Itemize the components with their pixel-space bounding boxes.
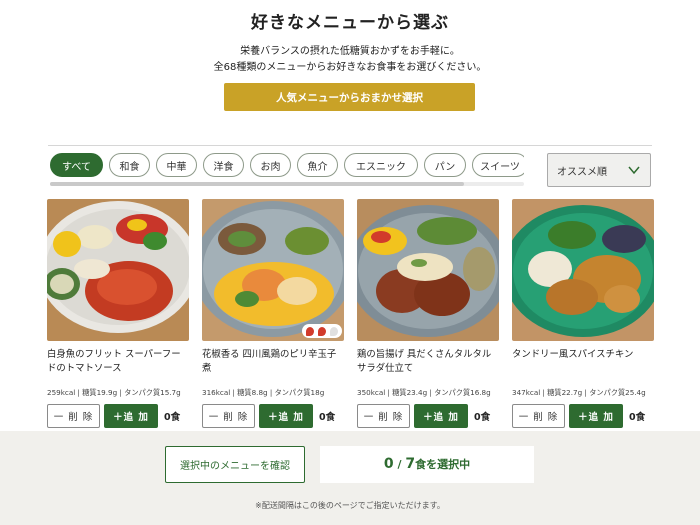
divider <box>48 145 652 146</box>
quantity-display: 0食 <box>319 409 335 423</box>
tab-seafood[interactable]: 魚介 <box>297 153 338 177</box>
remove-button[interactable]: 一 削 除 <box>47 404 100 428</box>
tab-washoku[interactable]: 和食 <box>109 153 150 177</box>
product-card: 花椒香る 四川風鶏のピリ辛玉子煮 316kcal | 糖質8.8g | タンパク… <box>202 199 344 428</box>
tab-chuka[interactable]: 中華 <box>156 153 197 177</box>
add-button[interactable]: ＋追 加 <box>259 404 313 428</box>
confirm-selection-button[interactable]: 選択中のメニューを確認 <box>165 446 305 483</box>
chili-icon <box>330 326 338 336</box>
description-line-2: 全68種類のメニューからお好きなお食事をお選びください。 <box>213 62 487 73</box>
product-carb: 糖質22.7g <box>547 388 583 397</box>
product-protein: タンパク質15.7g <box>124 388 181 397</box>
description-line-1: 栄養バランスの摂れた低糖質おかずをお手軽に。 <box>240 46 460 57</box>
page-title: 好きなメニューから選ぶ <box>251 13 449 33</box>
selected-count: 0 <box>383 456 394 472</box>
product-protein: タンパク質16.8g <box>434 388 491 397</box>
quantity-unit: 食 <box>170 412 181 423</box>
quantity-controls: 一 削 除 ＋追 加 0食 <box>47 404 189 428</box>
product-photo[interactable] <box>202 199 344 341</box>
product-name: 白身魚のフリット スーパーフードのトマトソース <box>47 349 181 374</box>
chevron-down-icon <box>628 166 640 175</box>
product-photo[interactable] <box>357 199 499 341</box>
add-button[interactable]: ＋追 加 <box>104 404 158 428</box>
category-tabs: すべて 和食 中華 洋食 お肉 魚介 エスニック パン スイーツ <box>50 153 524 179</box>
product-name: タンドリー風スパイスチキン <box>512 349 634 360</box>
tab-all[interactable]: すべて <box>50 153 103 177</box>
quantity-display: 0食 <box>474 409 490 423</box>
spicy-level-badge <box>302 324 342 338</box>
quantity-unit: 食 <box>480 412 491 423</box>
tab-bread[interactable]: パン <box>424 153 466 177</box>
remove-button[interactable]: 一 削 除 <box>202 404 255 428</box>
product-nutrition: 347kcal | 糖質22.7g | タンパク質25.4g <box>512 388 646 397</box>
quantity-controls: 一 削 除 ＋追 加 0食 <box>512 404 654 428</box>
product-card: 白身魚のフリット スーパーフードのトマトソース 259kcal | 糖質19.9… <box>47 199 189 428</box>
chili-icon <box>318 326 326 336</box>
product-nutrition: 316kcal | 糖質8.8g | タンパク質18g <box>202 388 325 397</box>
quantity-controls: 一 削 除 ＋追 加 0食 <box>357 404 499 428</box>
tab-ethnic[interactable]: エスニック <box>344 153 418 177</box>
total-count: 7 <box>405 456 416 472</box>
product-kcal: 347kcal <box>512 388 541 397</box>
tab-sweets[interactable]: スイーツ <box>472 153 524 177</box>
sort-selected-value: オススメ順 <box>557 166 607 178</box>
quantity-display: 0食 <box>629 409 645 423</box>
quantity-display: 0食 <box>164 409 180 423</box>
add-button[interactable]: ＋追 加 <box>414 404 468 428</box>
product-nutrition: 350kcal | 糖質23.4g | タンパク質16.8g <box>357 388 491 397</box>
product-protein: タンパク質18g <box>274 388 325 397</box>
page-description: 栄養バランスの摂れた低糖質おかずをお手軽に。 全68種類のメニューからお好きなお… <box>0 44 700 76</box>
count-separator: / <box>393 458 406 471</box>
product-name: 花椒香る 四川風鶏のピリ辛玉子煮 <box>202 349 337 374</box>
quantity-value: 0 <box>164 412 171 423</box>
tab-meat[interactable]: お肉 <box>250 153 291 177</box>
remove-button[interactable]: 一 削 除 <box>512 404 565 428</box>
remove-button[interactable]: 一 削 除 <box>357 404 410 428</box>
product-photo[interactable] <box>47 199 189 341</box>
product-card: タンドリー風スパイスチキン 347kcal | 糖質22.7g | タンパク質2… <box>512 199 654 428</box>
product-name: 鶏の旨揚げ 具だくさんタルタルサラダ仕立て <box>357 349 492 374</box>
count-suffix: 食を選択中 <box>415 458 471 471</box>
tab-yoshoku[interactable]: 洋食 <box>203 153 244 177</box>
quantity-controls: 一 削 除 ＋追 加 0食 <box>202 404 344 428</box>
quantity-unit: 食 <box>635 412 646 423</box>
product-kcal: 350kcal <box>357 388 386 397</box>
product-nutrition: 259kcal | 糖質19.9g | タンパク質15.7g <box>47 388 181 397</box>
tabs-scrollbar-thumb[interactable] <box>50 182 464 186</box>
product-photo[interactable] <box>512 199 654 341</box>
chili-icon <box>306 326 314 336</box>
product-carb: 糖質19.9g <box>82 388 118 397</box>
selection-counter: 0 / 7 食を選択中 <box>320 446 534 483</box>
omakase-select-button[interactable]: 人気メニューからおまかせ選択 <box>224 83 475 111</box>
product-carb: 糖質23.4g <box>392 388 428 397</box>
product-kcal: 259kcal <box>47 388 76 397</box>
quantity-value: 0 <box>629 412 636 423</box>
quantity-unit: 食 <box>325 412 336 423</box>
delivery-note: ※配送間隔はこの後のページでご指定いただけます。 <box>255 501 445 510</box>
product-carb: 糖質8.8g <box>237 388 268 397</box>
product-protein: タンパク質25.4g <box>589 388 646 397</box>
add-button[interactable]: ＋追 加 <box>569 404 623 428</box>
product-kcal: 316kcal <box>202 388 231 397</box>
sort-select[interactable]: オススメ順 <box>547 153 651 187</box>
quantity-value: 0 <box>319 412 326 423</box>
product-card: 鶏の旨揚げ 具だくさんタルタルサラダ仕立て 350kcal | 糖質23.4g … <box>357 199 499 428</box>
quantity-value: 0 <box>474 412 481 423</box>
